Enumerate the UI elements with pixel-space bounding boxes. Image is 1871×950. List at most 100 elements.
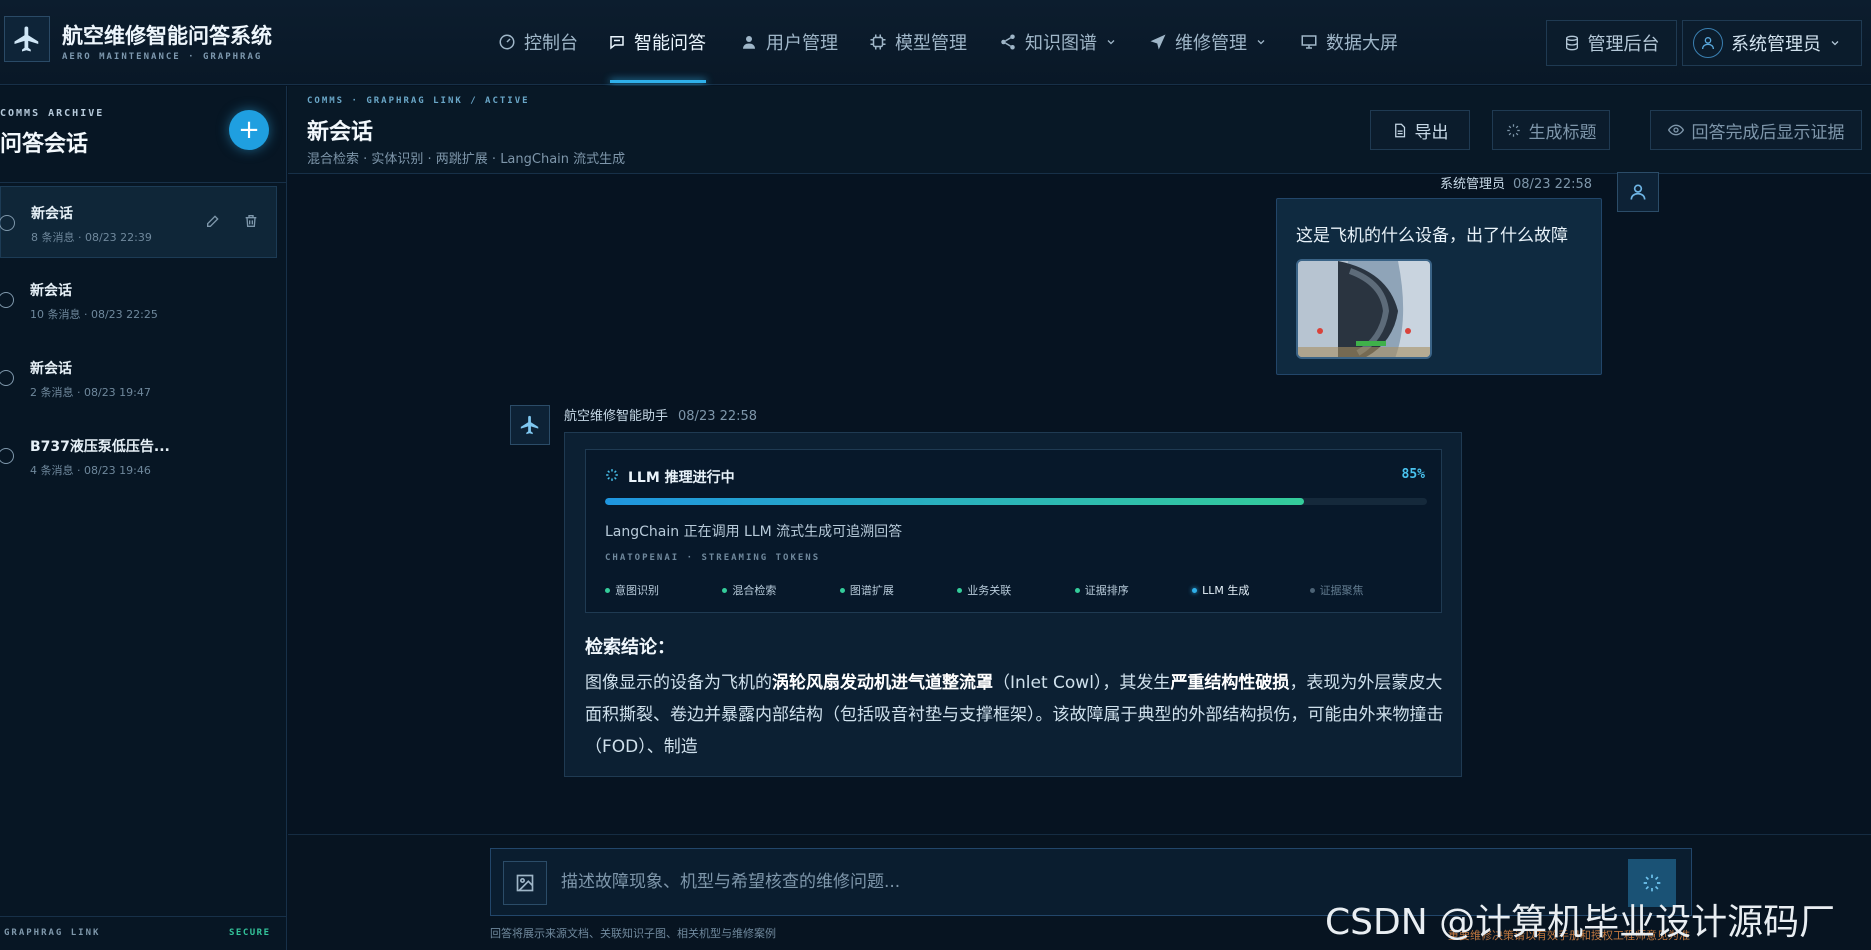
assistant-message-meta: 航空维修智能助手 08/23 22:58 — [564, 405, 757, 424]
step-label: 业务关联 — [967, 584, 1012, 597]
nav-smart-qa[interactable]: 智能问答 — [602, 0, 712, 84]
pipeline-step: 意图识别 — [605, 582, 659, 598]
llm-status-description: LangChain 正在调用 LLM 流式生成可追溯回答 — [605, 524, 903, 540]
watermark-text: CSDN @计算机毕业设计源码厂长 — [1325, 902, 1836, 943]
assistant-message-time: 08/23 22:58 — [678, 409, 758, 424]
new-conversation-button[interactable]: + — [229, 110, 269, 150]
app-subtitle: AERO MAINTENANCE · GRAPHRAG — [62, 52, 263, 62]
conversation-meta: 4 条消息 · 08/23 19:46 — [30, 464, 151, 477]
document-icon — [1394, 123, 1405, 137]
user-name: 系统管理员 — [1731, 34, 1821, 55]
sidebar-divider — [0, 182, 287, 183]
app-title: 航空维修智能问答系统 — [62, 24, 272, 48]
spinner-icon — [1506, 123, 1520, 137]
conversation-title: 新会话 — [31, 206, 73, 222]
conversation-actions — [205, 213, 259, 229]
database-icon — [1565, 35, 1578, 51]
step-label: 混合检索 — [732, 584, 777, 597]
answer-heading: 检索结论： — [585, 637, 675, 658]
conversation-meta: 10 条消息 · 08/23 22:25 — [30, 308, 158, 321]
plane-logo-icon — [4, 16, 50, 62]
pipeline-step: 图谱扩展 — [839, 582, 894, 598]
chat-bubble-icon — [0, 215, 15, 231]
conversation-item[interactable]: 新会话 8 条消息 · 08/23 22:39 — [0, 186, 277, 258]
admin-console-button[interactable]: 管理后台 — [1546, 20, 1677, 66]
pipeline-step: LLM 生成 — [1192, 582, 1249, 598]
pipeline-step: 业务关联 — [957, 582, 1011, 598]
llm-status-title: LLM 推理进行中 — [628, 470, 735, 486]
sidebar-kicker: COMMS ARCHIVE — [0, 108, 105, 119]
pipeline-step: 证据排序 — [1074, 582, 1129, 598]
chat-icon — [610, 36, 624, 50]
step-status-dot — [957, 587, 963, 593]
user-message-text: 这是飞机的什么设备，出了什么故障 — [1296, 226, 1568, 246]
nav-model-management[interactable]: 模型管理 — [863, 0, 973, 84]
pipeline-step: 证据聚焦 — [1309, 582, 1364, 598]
assistant-message-bubble: LLM 推理进行中 85% LangChain 正在调用 LLM 流式生成可追溯… — [564, 432, 1462, 777]
step-label: 图谱扩展 — [849, 584, 894, 597]
trash-icon[interactable] — [243, 213, 259, 229]
user-menu-button[interactable]: 系统管理员 — [1682, 20, 1862, 66]
step-label: 证据排序 — [1084, 584, 1129, 597]
llm-progress-fill — [605, 498, 1304, 505]
answer-emphasis: 涡轮风扇发动机进气道整流罩 — [772, 673, 993, 693]
step-label: 证据聚焦 — [1319, 584, 1364, 597]
chat-bubble-icon — [0, 448, 14, 464]
user-message-time: 08/23 22:58 — [1513, 177, 1593, 192]
nav-smart-qa-label: 智能问答 — [634, 33, 706, 54]
step-status-dot — [1192, 587, 1198, 593]
edit-icon[interactable] — [205, 213, 221, 229]
llm-progress-track — [605, 498, 1427, 505]
chevron-down-icon — [1257, 40, 1265, 45]
nav-dashboard-label: 控制台 — [524, 33, 578, 54]
monitor-icon — [1301, 35, 1317, 49]
image-icon — [516, 874, 534, 892]
sidebar-title: 问答会话 — [0, 132, 89, 157]
step-label: 意图识别 — [615, 584, 659, 597]
user-message-meta: 系统管理员 08/23 22:58 — [1440, 173, 1592, 192]
llm-progress-panel: LLM 推理进行中 85% LangChain 正在调用 LLM 流式生成可追溯… — [585, 449, 1442, 613]
step-status-dot — [839, 587, 845, 593]
answer-emphasis: 严重结构性破损 — [1170, 673, 1290, 693]
step-status-dot — [1309, 587, 1315, 593]
chat-bubble-icon — [0, 370, 14, 386]
conversation-item[interactable]: 新会话 10 条消息 · 08/23 22:25 — [0, 264, 277, 336]
step-status-dot — [1074, 587, 1080, 593]
conversation-title: 新会话 — [30, 361, 72, 377]
chevron-down-icon — [1107, 40, 1115, 45]
nav-model-management-label: 模型管理 — [895, 33, 967, 54]
conversation-item[interactable]: 新会话 2 条消息 · 08/23 19:47 — [0, 342, 277, 414]
spinner-icon — [606, 469, 618, 481]
nav-user-management-label: 用户管理 — [766, 33, 838, 54]
send-icon — [1150, 34, 1166, 50]
nav-knowledge-graph[interactable]: 知识图谱 — [993, 0, 1123, 84]
user-avatar-icon — [1693, 28, 1723, 58]
export-button[interactable]: 导出 — [1370, 110, 1470, 150]
composer-hint: 回答将展示来源文档、关联知识子图、相关机型与维修案例 — [490, 927, 776, 940]
generate-title-button[interactable]: 生成标题 — [1492, 110, 1610, 150]
answer-text: 图像显示的设备为飞机的 — [585, 673, 772, 693]
chat-header: COMMS · GRAPHRAG LINK / ACTIVE 新会话 混合检索 … — [288, 86, 1871, 174]
answer-text: （Inlet Cowl），其发生 — [993, 673, 1171, 693]
nav-data-screen-label: 数据大屏 — [1326, 33, 1398, 54]
nav-data-screen[interactable]: 数据大屏 — [1294, 0, 1404, 84]
attached-engine-image[interactable] — [1296, 259, 1432, 359]
user-message-bubble: 这是飞机的什么设备，出了什么故障 — [1276, 198, 1602, 375]
attach-image-button[interactable] — [503, 861, 547, 905]
conversation-item[interactable]: B737液压泵低压告... 4 条消息 · 08/23 19:46 — [0, 420, 277, 492]
nav-user-management[interactable]: 用户管理 — [734, 0, 844, 84]
llm-engine-kicker: CHATOPENAI · STREAMING TOKENS — [605, 553, 821, 563]
dashboard-icon — [499, 34, 515, 50]
user-message-avatar-icon — [1617, 172, 1659, 212]
chat-subtitle: 混合检索 · 实体识别 · 两跳扩展 · LangChain 流式生成 — [307, 152, 626, 167]
eye-icon — [1667, 124, 1684, 136]
step-label: LLM 生成 — [1202, 584, 1250, 597]
export-label: 导出 — [1414, 122, 1449, 143]
conversation-meta: 2 条消息 · 08/23 19:47 — [30, 386, 151, 399]
nav-maintenance-management[interactable]: 维修管理 — [1143, 0, 1273, 84]
chat-title: 新会话 — [307, 120, 374, 145]
show-evidence-button[interactable]: 回答完成后显示证据 — [1650, 110, 1862, 150]
nav-dashboard[interactable]: 控制台 — [492, 0, 584, 84]
pipeline-steps: 意图识别 混合检索 图谱扩展 业务关联 证据排序 LLM 生成 证据聚焦 — [605, 582, 1427, 598]
show-evidence-label: 回答完成后显示证据 — [1691, 122, 1845, 143]
